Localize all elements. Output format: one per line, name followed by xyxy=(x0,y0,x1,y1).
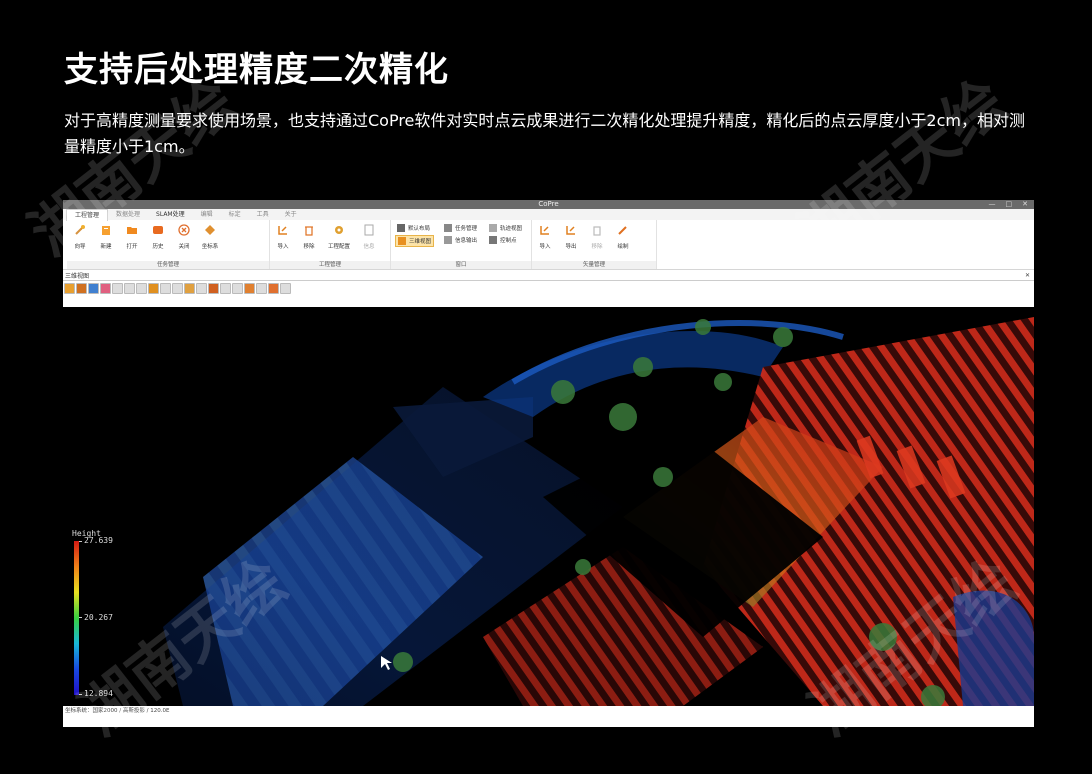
import-button[interactable]: 导入 xyxy=(270,223,296,250)
coordinate-icon xyxy=(204,223,217,236)
draw-button[interactable]: 绘制 xyxy=(610,223,636,250)
legend-tick xyxy=(79,541,82,542)
view-tool-icon[interactable] xyxy=(124,282,135,294)
page-title: 支持后处理精度二次精化 xyxy=(64,50,449,90)
view-toolbar xyxy=(63,281,1034,295)
point-cloud-viewport[interactable]: Height 27.639 20.267 12.894 xyxy=(63,307,1034,706)
view-tool-icon[interactable] xyxy=(76,282,87,294)
history-icon xyxy=(152,223,165,236)
group-window-label: 窗口 xyxy=(391,261,531,269)
view-tool-icon[interactable] xyxy=(112,282,123,294)
info-button[interactable]: 信息 xyxy=(356,223,382,250)
output-icon xyxy=(444,236,453,244)
legend-max: 27.639 xyxy=(84,536,113,545)
trash-icon xyxy=(591,223,604,236)
config-icon xyxy=(333,223,346,236)
trajectory-icon xyxy=(489,224,498,232)
folder-icon xyxy=(126,223,139,236)
minimize-button[interactable]: — xyxy=(989,200,996,209)
panel-title: 三维视图 xyxy=(65,272,90,280)
ribbon: 向导 新建 打开 历史 关闭 坐标系 任务管理 导入 移除 工程配置 信息 工程… xyxy=(63,220,1034,270)
control-point-icon xyxy=(489,236,498,244)
history-button[interactable]: 历史 xyxy=(145,223,171,250)
group-vector-label: 矢量管理 xyxy=(532,261,656,269)
group-task-label: 任务管理 xyxy=(67,261,269,269)
height-legend: Height 27.639 20.267 12.894 xyxy=(72,525,132,698)
ribbon-tabs: 工程管理 数据处理 SLAM处理 编辑 标定 工具 关于 xyxy=(63,208,1034,221)
tab-project[interactable]: 工程管理 xyxy=(66,208,109,221)
group-window: 默认布局 三维视图 任务管理 信息输出 轨迹视图 控制点 窗口 xyxy=(391,220,532,269)
view-tool-icon[interactable] xyxy=(88,282,99,294)
vector-remove-button[interactable]: 移除 xyxy=(584,223,610,250)
task-icon xyxy=(444,224,453,232)
view-tool-icon[interactable] xyxy=(148,282,159,294)
point-cloud-render xyxy=(163,317,1034,706)
layout-icon xyxy=(397,224,405,232)
group-vector: 导入 导出 移除 绘制 矢量管理 xyxy=(532,220,657,269)
view-tool-icon[interactable] xyxy=(172,282,183,294)
default-layout-button[interactable]: 默认布局 xyxy=(395,223,434,233)
vector-export-button[interactable]: 导出 xyxy=(558,223,584,250)
group-project: 导入 移除 工程配置 信息 工程管理 xyxy=(270,220,391,269)
trajectory-view-button[interactable]: 轨迹视图 xyxy=(487,223,524,233)
coordinate-system-button[interactable]: 坐标系 xyxy=(197,223,223,250)
tab-edit[interactable]: 编辑 xyxy=(193,209,221,220)
vector-import-button[interactable]: 导入 xyxy=(532,223,558,250)
new-button[interactable]: 新建 xyxy=(93,223,119,250)
trash-icon xyxy=(303,223,316,236)
tab-tools[interactable]: 工具 xyxy=(249,209,277,220)
task-manager-button[interactable]: 任务管理 xyxy=(442,223,479,233)
export-icon xyxy=(565,223,578,236)
cube-icon xyxy=(398,237,406,245)
wizard-icon xyxy=(74,223,87,236)
tab-slam[interactable]: SLAM处理 xyxy=(148,209,193,220)
tab-calibrate[interactable]: 标定 xyxy=(221,209,249,220)
group-task: 向导 新建 打开 历史 关闭 坐标系 任务管理 xyxy=(67,220,270,269)
close-icon xyxy=(178,223,191,236)
view-tool-icon[interactable] xyxy=(136,282,147,294)
legend-min: 12.894 xyxy=(84,689,113,698)
legend-tick xyxy=(79,617,82,618)
info-icon xyxy=(363,223,376,236)
tab-about[interactable]: 关于 xyxy=(277,209,305,220)
group-project-label: 工程管理 xyxy=(270,261,390,269)
tab-data[interactable]: 数据处理 xyxy=(108,209,148,220)
control-point-button[interactable]: 控制点 xyxy=(487,235,524,245)
view-tool-icon[interactable] xyxy=(220,282,231,294)
view-tool-icon[interactable] xyxy=(256,282,267,294)
window-titlebar: CoPre — □ ✕ xyxy=(63,200,1034,209)
view-tool-icon[interactable] xyxy=(160,282,171,294)
view-tool-icon[interactable] xyxy=(196,282,207,294)
remove-button[interactable]: 移除 xyxy=(296,223,322,250)
view-tool-icon[interactable] xyxy=(232,282,243,294)
page-description: 对于高精度测量要求使用场景，也支持通过CoPre软件对实时点云成果进行二次精化处… xyxy=(64,111,1025,156)
legend-color-bar xyxy=(74,541,79,695)
open-button[interactable]: 打开 xyxy=(119,223,145,250)
import-icon xyxy=(277,223,290,236)
view-tool-icon[interactable] xyxy=(244,282,255,294)
close-task-button[interactable]: 关闭 xyxy=(171,223,197,250)
legend-mid: 20.267 xyxy=(84,613,113,622)
view-tool-icon[interactable] xyxy=(268,282,279,294)
view-tool-icon[interactable] xyxy=(208,282,219,294)
import-icon xyxy=(539,223,552,236)
pencil-icon xyxy=(617,223,630,236)
view-tool-icon[interactable] xyxy=(64,282,75,294)
new-icon xyxy=(100,223,113,236)
view-tool-icon[interactable] xyxy=(280,282,291,294)
3d-view-button[interactable]: 三维视图 xyxy=(395,235,435,247)
panel-close-icon[interactable]: ✕ xyxy=(1025,272,1030,279)
wizard-button[interactable]: 向导 xyxy=(67,223,93,250)
copre-window: CoPre — □ ✕ 工程管理 数据处理 SLAM处理 编辑 标定 工具 关于… xyxy=(63,200,1034,727)
info-output-button[interactable]: 信息输出 xyxy=(442,235,479,245)
window-title: CoPre xyxy=(538,200,559,208)
legend-tick xyxy=(79,694,82,695)
view-tool-icon[interactable] xyxy=(184,282,195,294)
close-button[interactable]: ✕ xyxy=(1022,200,1028,209)
project-config-button[interactable]: 工程配置 xyxy=(322,223,356,250)
maximize-button[interactable]: □ xyxy=(1006,200,1013,209)
panel-header: 三维视图 ✕ xyxy=(63,270,1034,281)
status-bar: 坐标系统：国家2000 / 高斯投影 / 120.0E xyxy=(63,706,1034,717)
view-tool-icon[interactable] xyxy=(100,282,111,294)
